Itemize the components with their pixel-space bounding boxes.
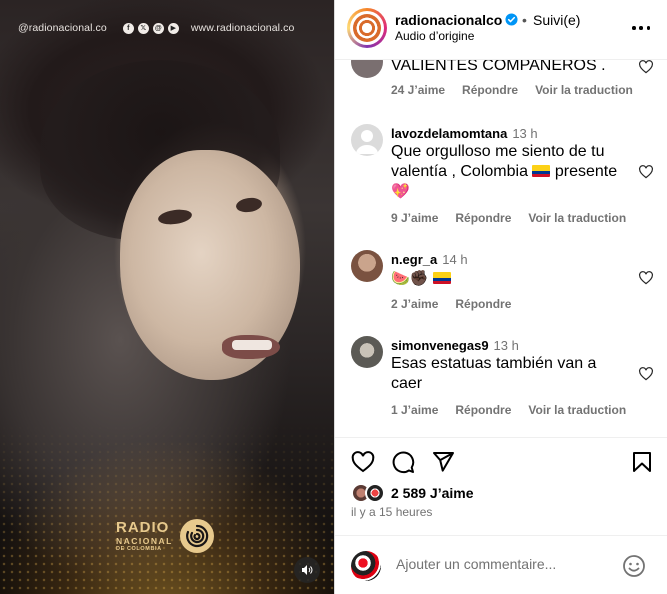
comment-meta: 1 J’aime Répondre Voir la traduction	[391, 403, 626, 417]
mute-button[interactable]	[294, 557, 320, 583]
radio-nacional-logo: RADIO NACIONAL DE COLOMBIA	[116, 518, 215, 554]
liker-avatar[interactable]	[365, 483, 385, 503]
comment-header: simonvenegas9 13 h	[391, 338, 519, 353]
sparkling-heart-emoji: 💖	[391, 183, 410, 200]
logo-line-3: DE COLOMBIA	[116, 546, 162, 552]
reply-button[interactable]: Répondre	[455, 211, 511, 225]
comment-text-part: presente	[554, 163, 618, 180]
video-watermark: @radionacional.co f 𝕏 @ ▶ www.radionacio…	[18, 22, 294, 34]
verified-badge-icon	[505, 13, 518, 26]
add-comment-bar	[335, 535, 667, 594]
commenter-avatar[interactable]	[351, 124, 383, 156]
comment-text: VALIENTES COMPANEROS .	[391, 60, 606, 74]
comment-likes[interactable]: 1 J’aime	[391, 403, 438, 417]
comment-likes[interactable]: 9 J’aime	[391, 211, 438, 225]
current-user-avatar	[351, 551, 381, 581]
post-timestamp[interactable]: il y a 15 heures	[351, 505, 432, 519]
account-avatar[interactable]	[347, 8, 387, 48]
facebook-icon: f	[122, 22, 134, 34]
speaker-icon	[302, 565, 313, 575]
comment-time[interactable]: 13 h	[494, 338, 519, 353]
post-actions	[335, 438, 667, 486]
comment-text: Esas estatuas también van a caer	[391, 355, 597, 392]
comment-text-emoji: 🍉✊🏿	[391, 270, 429, 287]
video-dot-pattern	[0, 424, 334, 594]
comment-input[interactable]	[396, 556, 606, 572]
reply-button[interactable]: Répondre	[455, 403, 511, 417]
account-name-link[interactable]: radionacionalco	[395, 12, 502, 28]
logo-spiral-icon	[179, 519, 214, 553]
logo-line-2: NACIONAL	[116, 535, 173, 546]
x-icon: 𝕏	[137, 22, 149, 34]
threads-icon: @	[152, 22, 164, 34]
more-options-icon[interactable]	[632, 26, 650, 30]
translate-button[interactable]: Voir la traduction	[535, 83, 633, 97]
save-icon[interactable]	[630, 450, 654, 474]
commenter-avatar[interactable]	[351, 250, 383, 282]
comment-time[interactable]: 14 h	[442, 252, 467, 267]
like-count[interactable]: 2 589 J’aime	[391, 485, 474, 501]
reply-button[interactable]: Répondre	[462, 83, 518, 97]
commenter-avatar[interactable]	[351, 336, 383, 368]
share-icon[interactable]	[431, 450, 455, 474]
commenter-username[interactable]: simonvenegas9	[391, 338, 489, 353]
logo-line-1: RADIO	[116, 518, 170, 536]
post-header: radionacionalco • Suivi(e) Audio d’origi…	[335, 0, 667, 60]
translate-button[interactable]: Voir la traduction	[528, 211, 626, 225]
comment-meta: 9 J’aime Répondre Voir la traduction	[391, 211, 626, 225]
translate-button[interactable]: Voir la traduction	[528, 403, 626, 417]
original-audio-link[interactable]: Audio d’origine	[395, 29, 474, 43]
watermark-website: www.radionacional.co	[190, 22, 295, 34]
comment-like-icon[interactable]	[638, 270, 654, 286]
reply-button[interactable]: Répondre	[455, 297, 511, 311]
comment-header: lavozdelamomtana 13 h	[391, 126, 538, 141]
comment-list[interactable]: VALIENTES COMPANEROS . 24 J’aime Répondr…	[335, 60, 667, 438]
emoji-picker-icon[interactable]	[622, 554, 646, 578]
comment-likes[interactable]: 24 J’aime	[391, 83, 445, 97]
comment-meta: 24 J’aime Répondre Voir la traduction	[391, 83, 633, 97]
commenter-username[interactable]: lavozdelamomtana	[391, 126, 507, 141]
post-side-panel: radionacionalco • Suivi(e) Audio d’origi…	[334, 0, 667, 594]
default-user-icon	[356, 130, 378, 154]
comment-icon[interactable]	[391, 450, 415, 474]
comment-like-icon[interactable]	[638, 366, 654, 382]
likes-summary: 2 589 J’aime	[351, 483, 474, 503]
post-video[interactable]: @radionacional.co f 𝕏 @ ▶ www.radionacio…	[0, 0, 334, 594]
like-icon[interactable]	[351, 450, 375, 474]
colombia-flag-emoji	[532, 165, 551, 177]
video-frame-teeth	[232, 340, 272, 350]
colombia-flag-emoji	[432, 272, 451, 284]
watermark-handle: @radionacional.co	[18, 22, 107, 34]
comment-header: n.egr_a 14 h	[391, 252, 468, 267]
header-separator: •	[522, 12, 527, 28]
following-button[interactable]: Suivi(e)	[533, 12, 580, 28]
comment-text: 🍉✊🏿	[391, 269, 631, 289]
comment-meta: 2 J’aime Répondre	[391, 297, 511, 311]
youtube-icon: ▶	[167, 22, 179, 34]
comment-likes[interactable]: 2 J’aime	[391, 297, 438, 311]
comment-like-icon[interactable]	[638, 164, 654, 180]
commenter-username[interactable]: n.egr_a	[391, 252, 437, 267]
comment-time[interactable]: 13 h	[512, 126, 537, 141]
comment-like-icon[interactable]	[638, 60, 654, 75]
comment-text: Que orgulloso me siento de tu valentía ,…	[391, 142, 631, 202]
commenter-avatar[interactable]	[351, 60, 383, 78]
